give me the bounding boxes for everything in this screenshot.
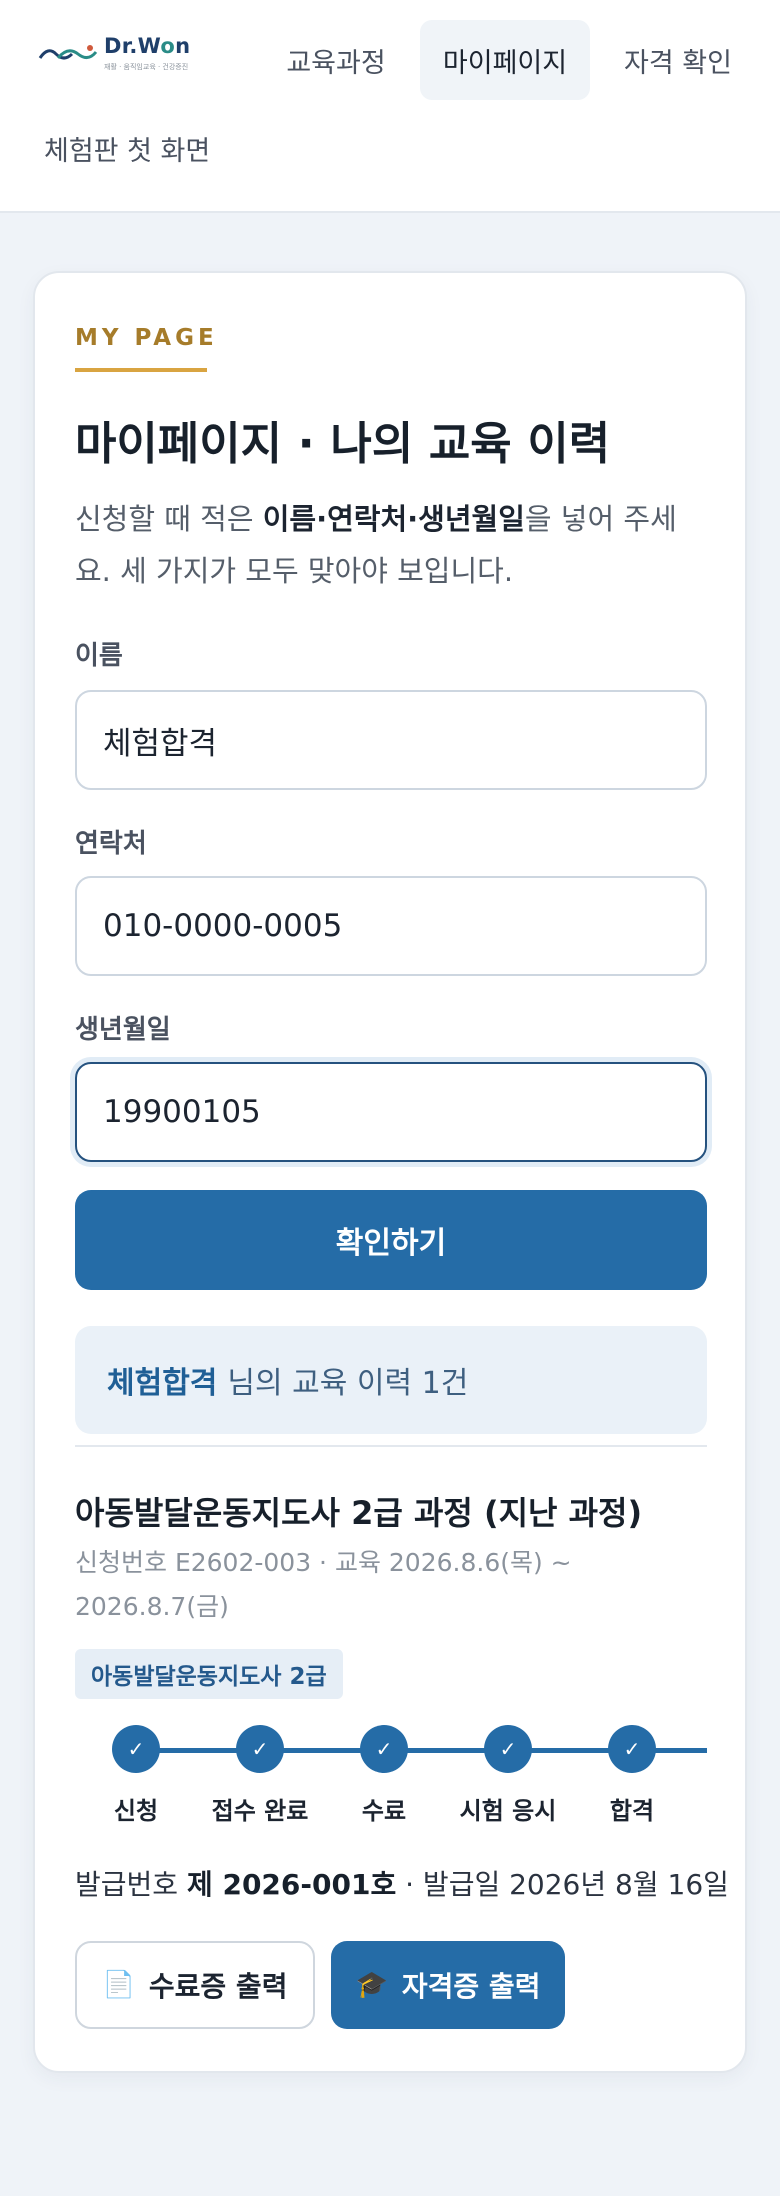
name-input[interactable] [75,690,707,790]
mypage-card: MY PAGE 마이페이지 · 나의 교육 이력 신청할 때 적은 이름·연락처… [33,271,747,2073]
check-icon: ✓ [608,1725,656,1773]
course-badge: 아동발달운동지도사 2급 [75,1649,343,1699]
issue-info: 발급번호 제 2026-001호 · 발급일 2026년 8월 16일 [75,1868,729,1901]
check-icon: ✓ [484,1725,532,1773]
check-icon: ✓ [360,1725,408,1773]
wave-logo-icon [38,45,98,60]
logo-wordmark: Dr.Won [104,34,191,58]
nav-education[interactable]: 교육과정 [276,20,396,100]
section-divider [75,1445,707,1447]
kicker-underline [75,368,207,372]
page-description: 신청할 때 적은 이름·연락처·생년월일을 넣어 주세요. 세 가지가 모두 맞… [75,502,677,588]
site-header: Dr.Won 재활 · 움직임교육 · 건강증진 교육과정 마이페이지 자격 확… [0,0,780,213]
brand-logo[interactable]: Dr.Won 재활 · 움직임교육 · 건강증진 [38,34,190,74]
logo-tagline: 재활 · 움직임교육 · 건강증진 [104,63,189,71]
step-label-received: 접수 완료 [211,1797,309,1825]
step-label-passed: 합격 [609,1797,655,1825]
course-meta: 신청번호 E2602-003 · 교육 2026.8.6(목) ~ 2026.8… [75,1548,572,1621]
page-kicker: MY PAGE [75,325,218,351]
result-user-name: 체험합격 [107,1366,218,1401]
name-label: 이름 [75,641,123,671]
document-icon: 📄 [102,1970,135,2000]
phone-label: 연락처 [75,829,147,859]
birthdate-input[interactable] [75,1062,707,1162]
nav-mypage[interactable]: 마이페이지 [420,20,590,100]
step-label-completed: 수료 [361,1797,407,1825]
check-icon: ✓ [236,1725,284,1773]
print-certificate-button[interactable]: 🎓 자격증 출력 [331,1941,565,2029]
confirm-button[interactable]: 확인하기 [75,1190,707,1290]
step-label-exam: 시험 응시 [459,1797,557,1825]
nav-certificate-check[interactable]: 자격 확인 [608,20,748,100]
result-summary: 체험합격 님의 교육 이력 1건 [75,1326,707,1434]
course-title: 아동발달운동지도사 2급 과정 (지난 과정) [75,1494,643,1532]
birthdate-label: 생년월일 [75,1015,171,1045]
print-completion-button[interactable]: 📄 수료증 출력 [75,1941,315,2029]
step-label-apply: 신청 [113,1797,159,1825]
check-icon: ✓ [112,1725,160,1773]
nav-trial-home[interactable]: 체험판 첫 화면 [44,108,224,188]
graduation-cap-icon: 🎓 [355,1970,388,2000]
result-count-text: 님의 교육 이력 1건 [227,1366,469,1401]
phone-input[interactable] [75,876,707,976]
page-title: 마이페이지 · 나의 교육 이력 [75,417,611,470]
